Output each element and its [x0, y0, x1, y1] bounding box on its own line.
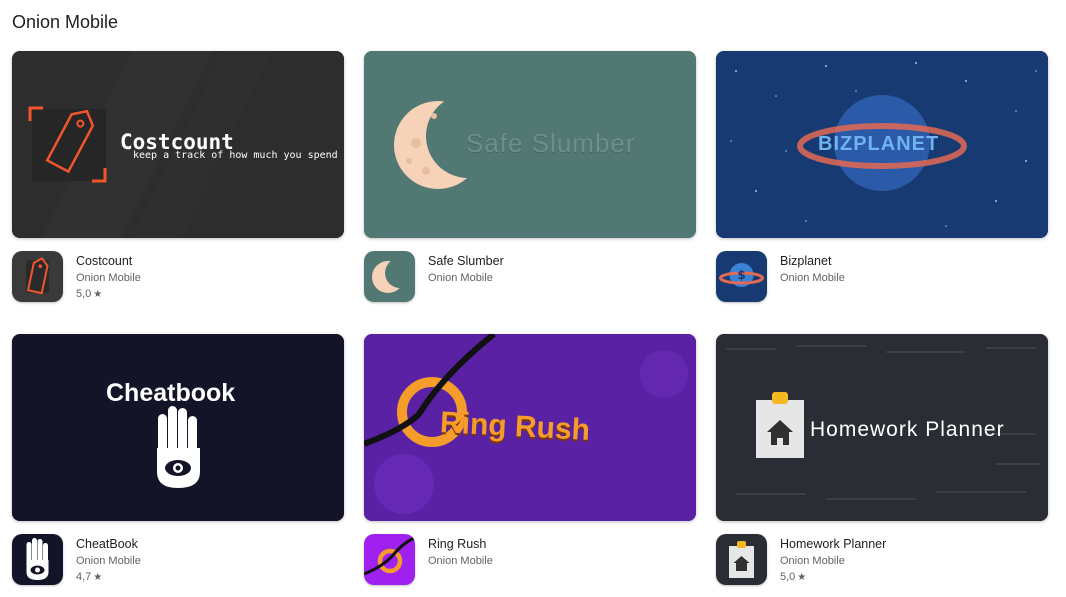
rating: 4,7 ★: [76, 571, 102, 583]
homework-planner-app-icon[interactable]: [716, 534, 767, 585]
developer-name[interactable]: Onion Mobile: [76, 555, 141, 567]
homework-planner-banner[interactable]: Homework Planner: [716, 334, 1048, 521]
star-icon: ★: [93, 289, 103, 300]
app-name[interactable]: CheatBook: [76, 537, 138, 551]
star-icon: ★: [93, 572, 103, 583]
app-name[interactable]: Costcount: [76, 254, 132, 268]
app-card-homework-planner[interactable]: Homework Planner Homework Planner Onion …: [716, 334, 1048, 594]
developer-name[interactable]: Onion Mobile: [780, 272, 845, 284]
app-card-cheatbook[interactable]: Cheatbook CheatBook Onion Mobile 4,7 ★: [12, 334, 344, 594]
app-name[interactable]: Bizplanet: [780, 254, 831, 268]
rating: 5,0 ★: [780, 571, 806, 583]
cheatbook-app-icon[interactable]: [12, 534, 63, 585]
app-name[interactable]: Safe Slumber: [428, 254, 504, 268]
developer-name[interactable]: Onion Mobile: [428, 272, 493, 284]
app-card-safe-slumber[interactable]: Safe Slumber Safe Slumber Onion Mobile: [364, 51, 696, 311]
page-title: Onion Mobile: [12, 12, 119, 32]
safe-slumber-banner-title: Safe Slumber: [466, 128, 636, 158]
cheatbook-banner-title: Cheatbook: [106, 379, 236, 407]
costcount-app-icon[interactable]: [12, 251, 63, 302]
bizplanet-banner[interactable]: BIZPLANET: [716, 51, 1048, 238]
app-card-bizplanet[interactable]: BIZPLANET $ Bizplanet Onion Mobile: [716, 51, 1048, 311]
safe-slumber-app-icon[interactable]: [364, 251, 415, 302]
rating: 5,0 ★: [76, 288, 102, 300]
rating-value: 4,7: [76, 571, 92, 583]
homework-planner-banner-title: Homework Planner: [810, 418, 1005, 441]
ring-rush-app-icon[interactable]: [364, 534, 415, 585]
ring-rush-banner[interactable]: Ring Rush: [364, 334, 696, 521]
developer-name[interactable]: Onion Mobile: [780, 555, 845, 567]
rating-value: 5,0: [76, 288, 92, 300]
costcount-banner-subtitle: keep a track of how much you spend: [133, 150, 338, 161]
star-icon: ★: [797, 572, 807, 583]
developer-name[interactable]: Onion Mobile: [428, 555, 493, 567]
app-card-ring-rush[interactable]: Ring Rush Ring Rush Onion Mobile: [364, 334, 696, 594]
safe-slumber-banner[interactable]: Safe Slumber: [364, 51, 696, 238]
app-name[interactable]: Homework Planner: [780, 537, 886, 551]
app-card-costcount[interactable]: Costcount keep a track of how much you s…: [12, 51, 344, 311]
costcount-banner[interactable]: Costcount keep a track of how much you s…: [12, 51, 344, 238]
bizplanet-app-icon[interactable]: $: [716, 251, 767, 302]
developer-name[interactable]: Onion Mobile: [76, 272, 141, 284]
rating-value: 5,0: [780, 571, 796, 583]
cheatbook-banner[interactable]: Cheatbook: [12, 334, 344, 521]
hand-eye-icon: [12, 334, 344, 521]
svg-text:$: $: [737, 268, 745, 282]
bizplanet-banner-title: BIZPLANET: [818, 133, 940, 155]
app-name[interactable]: Ring Rush: [428, 537, 486, 551]
